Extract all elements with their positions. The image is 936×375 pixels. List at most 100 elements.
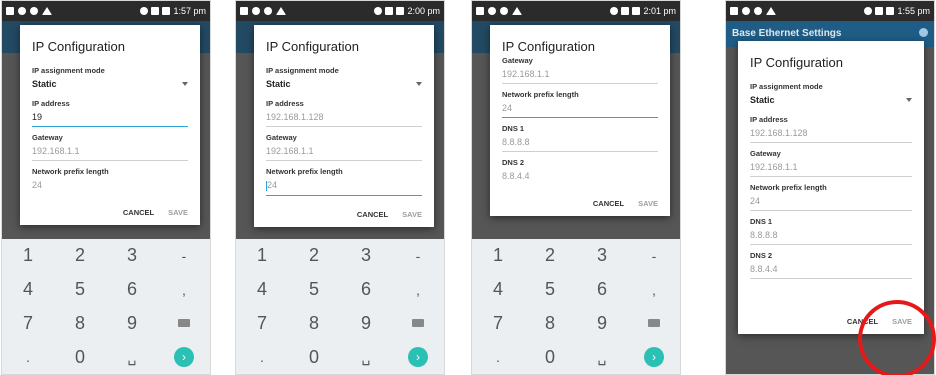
- go-icon[interactable]: ›: [174, 347, 194, 368]
- dns2-input[interactable]: 8.8.4.4: [750, 260, 912, 279]
- key-comma[interactable]: ,: [652, 282, 656, 298]
- ip-config-dialog: IP Configuration Gateway 192.168.1.1 Net…: [490, 25, 670, 216]
- key-6[interactable]: 6: [127, 279, 137, 300]
- backspace-icon[interactable]: [412, 319, 424, 328]
- ip-address-input[interactable]: 192.168.1.128: [750, 124, 912, 143]
- wifi-icon: [385, 7, 394, 15]
- key-6[interactable]: 6: [597, 279, 607, 300]
- info-icon: [500, 7, 508, 15]
- status-time: 1:57 pm: [173, 6, 206, 16]
- chevron-down-icon: [182, 82, 188, 86]
- key-6[interactable]: 6: [361, 279, 371, 300]
- ip-address-input[interactable]: 19: [32, 108, 188, 127]
- field-label: Gateway: [32, 133, 63, 142]
- prefix-length-input[interactable]: 24: [32, 176, 188, 194]
- key-3[interactable]: 3: [127, 245, 137, 266]
- key-comma[interactable]: ,: [416, 282, 420, 298]
- key-1[interactable]: 1: [23, 245, 33, 266]
- go-icon[interactable]: ›: [408, 347, 428, 368]
- key-5[interactable]: 5: [545, 279, 555, 300]
- key-period[interactable]: .: [260, 349, 264, 365]
- prefix-length-input[interactable]: 24: [266, 176, 422, 196]
- key-minus[interactable]: -: [182, 248, 187, 264]
- battery-icon: [162, 7, 171, 15]
- save-button[interactable]: SAVE: [168, 208, 188, 217]
- backspace-icon[interactable]: [178, 319, 190, 328]
- prefix-length-input[interactable]: 24: [750, 192, 912, 211]
- field-label: IP address: [266, 99, 304, 108]
- key-9[interactable]: 9: [597, 313, 607, 334]
- key-5[interactable]: 5: [309, 279, 319, 300]
- info-icon: [754, 7, 762, 15]
- mode-select[interactable]: Static: [266, 75, 422, 93]
- mode-select[interactable]: Static: [32, 75, 188, 93]
- key-space[interactable]: ␣: [128, 349, 137, 366]
- key-2[interactable]: 2: [75, 245, 85, 266]
- field-label: DNS 1: [502, 124, 525, 133]
- key-period[interactable]: .: [496, 349, 500, 365]
- notification-icon: [730, 7, 738, 15]
- ip-config-dialog: IP Configuration IP assignment mode Stat…: [738, 41, 924, 334]
- status-bar: 1:57 pm: [2, 1, 210, 21]
- key-4[interactable]: 4: [257, 279, 267, 300]
- dialog-title: IP Configuration: [502, 39, 595, 54]
- go-icon[interactable]: ›: [644, 347, 664, 368]
- key-space[interactable]: ␣: [598, 349, 607, 366]
- mode-label: IP assignment mode: [750, 82, 823, 91]
- key-0[interactable]: 0: [545, 347, 555, 368]
- gateway-input[interactable]: 192.168.1.1: [750, 158, 912, 177]
- backspace-icon[interactable]: [648, 319, 660, 328]
- numeric-keypad: 1 2 3 - 4 5 6 , 7 8 9 . 0 ␣ ›: [2, 239, 210, 374]
- highlight-circle: [858, 300, 936, 375]
- cancel-button[interactable]: CANCEL: [123, 208, 154, 217]
- key-7[interactable]: 7: [23, 313, 33, 334]
- key-comma[interactable]: ,: [182, 282, 186, 298]
- notification-icon: [488, 7, 496, 15]
- key-0[interactable]: 0: [309, 347, 319, 368]
- key-0[interactable]: 0: [75, 347, 85, 368]
- key-3[interactable]: 3: [361, 245, 371, 266]
- key-4[interactable]: 4: [23, 279, 33, 300]
- status-bar: 2:01 pm: [472, 1, 680, 21]
- key-minus[interactable]: -: [652, 248, 657, 264]
- key-8[interactable]: 8: [75, 313, 85, 334]
- gateway-input[interactable]: 192.168.1.1: [502, 65, 658, 84]
- prefix-length-input[interactable]: 24: [502, 99, 658, 118]
- key-minus[interactable]: -: [416, 248, 421, 264]
- key-4[interactable]: 4: [493, 279, 503, 300]
- key-5[interactable]: 5: [75, 279, 85, 300]
- notification-icon: [240, 7, 248, 15]
- key-8[interactable]: 8: [309, 313, 319, 334]
- wifi-icon: [151, 7, 160, 15]
- key-8[interactable]: 8: [545, 313, 555, 334]
- save-button[interactable]: SAVE: [402, 210, 422, 219]
- key-2[interactable]: 2: [545, 245, 555, 266]
- gateway-input[interactable]: 192.168.1.1: [266, 142, 422, 161]
- gear-icon[interactable]: [919, 28, 928, 37]
- key-7[interactable]: 7: [493, 313, 503, 334]
- key-1[interactable]: 1: [493, 245, 503, 266]
- save-button[interactable]: SAVE: [638, 199, 658, 208]
- key-7[interactable]: 7: [257, 313, 267, 334]
- gateway-input[interactable]: 192.168.1.1: [32, 142, 188, 161]
- prefix-length-value: 24: [267, 180, 278, 190]
- cancel-button[interactable]: CANCEL: [357, 210, 388, 219]
- key-period[interactable]: .: [26, 349, 30, 365]
- key-1[interactable]: 1: [257, 245, 267, 266]
- dns2-input[interactable]: 8.8.4.4: [502, 167, 658, 185]
- mode-select[interactable]: Static: [750, 91, 912, 109]
- phone-screenshot-1: 1:57 pm IP Configuration IP assignment m…: [1, 0, 211, 375]
- key-9[interactable]: 9: [361, 313, 371, 334]
- key-space[interactable]: ␣: [362, 349, 371, 366]
- ip-address-input[interactable]: 192.168.1.128: [266, 108, 422, 127]
- cancel-button[interactable]: CANCEL: [593, 199, 624, 208]
- key-9[interactable]: 9: [127, 313, 137, 334]
- key-3[interactable]: 3: [597, 245, 607, 266]
- bluetooth-icon: [374, 7, 383, 15]
- key-2[interactable]: 2: [309, 245, 319, 266]
- dns1-input[interactable]: 8.8.8.8: [750, 226, 912, 245]
- info-icon: [264, 7, 272, 15]
- mode-value: Static: [750, 95, 775, 105]
- dns1-input[interactable]: 8.8.8.8: [502, 133, 658, 152]
- ip-config-dialog: IP Configuration IP assignment mode Stat…: [254, 25, 434, 227]
